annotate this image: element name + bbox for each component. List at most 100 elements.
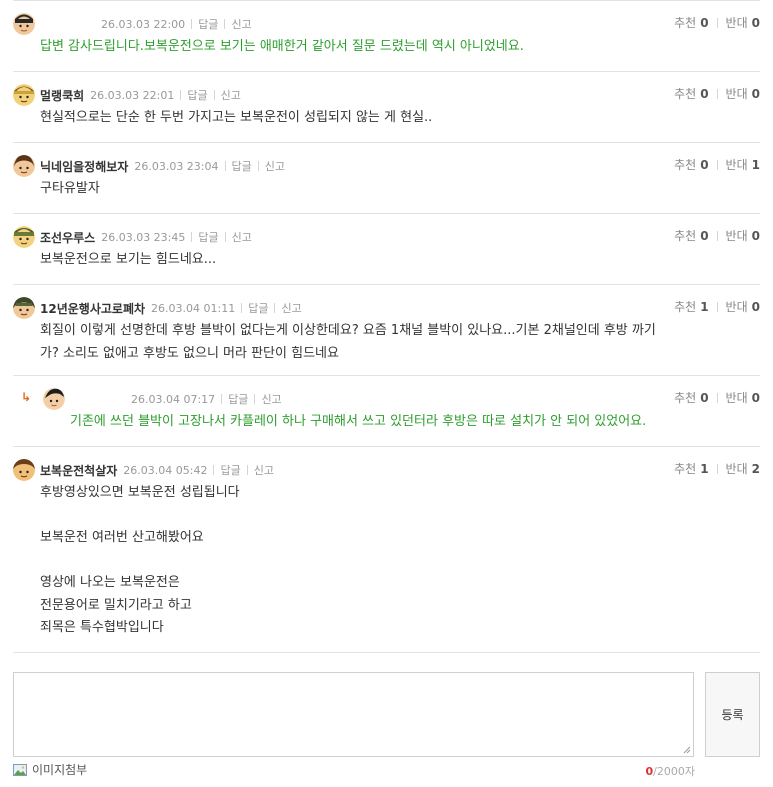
divider	[224, 19, 226, 29]
report-button[interactable]: 신고	[254, 462, 274, 478]
recommend-button[interactable]: 추천	[674, 85, 696, 102]
comment-body: 답변 감사드립니다.보복운전으로 보기는 애매한거 같아서 질문 드렸는데 역시…	[40, 36, 740, 59]
comment-textarea-box	[13, 672, 694, 757]
oppose-count: 1	[751, 157, 760, 172]
oppose-button[interactable]: 반대	[726, 460, 748, 477]
divider	[241, 303, 243, 313]
attach-image-button[interactable]: 이미지첨부	[13, 761, 87, 778]
divider	[274, 303, 276, 313]
comment-body: 기존에 쓰던 블박이 고장나서 카플레이 하나 구매해서 쓰고 있던터라 후방은…	[70, 411, 770, 434]
report-button[interactable]: 신고	[265, 158, 285, 174]
avatar[interactable]	[43, 388, 65, 410]
reply-button[interactable]: 답글	[232, 158, 252, 174]
resize-grip-icon[interactable]	[683, 746, 691, 754]
recommend-count: 0	[700, 228, 709, 243]
comment-body: 회질이 이렇게 선명한데 후방 블박이 없다는게 이상한데요? 요즘 1채널 블…	[40, 320, 740, 365]
comment-header: 닉네임을정해보자 26.03.03 23:04 답글 신고	[13, 155, 285, 177]
reply-button[interactable]: 답글	[220, 462, 240, 478]
oppose-button[interactable]: 반대	[726, 14, 748, 31]
comment-line: 답변 감사드립니다.보복운전으로 보기는 애매한거 같아서 질문 드렸는데 역시…	[40, 39, 524, 54]
nickname[interactable]: 닉네임을정해보자	[40, 158, 128, 175]
comment-line: 현실적으로는 단순 한 두번 가지고는 보복운전이 성립되지 않는 게 현실..	[40, 110, 433, 125]
char-count-max: /2000자	[653, 765, 695, 778]
divider	[224, 232, 226, 242]
comment-header: 12년운행사고로폐차 26.03.04 01:11 답글 신고	[13, 297, 302, 319]
avatar[interactable]	[13, 226, 35, 248]
nickname[interactable]: 보복운전척살자	[40, 462, 117, 479]
recommend-button[interactable]: 추천	[674, 389, 696, 406]
char-counter: 0/2000자	[646, 763, 695, 779]
report-button[interactable]: 신고	[261, 391, 281, 407]
divider	[716, 230, 718, 241]
comment-date: 26.03.04 01:11	[151, 301, 236, 315]
avatar[interactable]	[13, 13, 35, 35]
avatar[interactable]	[13, 459, 35, 481]
oppose-button[interactable]: 반대	[726, 227, 748, 244]
recommend-count: 1	[700, 461, 709, 476]
recommend-button[interactable]: 추천	[674, 460, 696, 477]
report-button[interactable]: 신고	[231, 16, 251, 32]
oppose-button[interactable]: 반대	[726, 298, 748, 315]
image-icon	[13, 763, 27, 776]
report-button[interactable]: 신고	[232, 229, 252, 245]
oppose-button[interactable]: 반대	[726, 389, 748, 406]
oppose-count: 0	[751, 15, 760, 30]
reply-arrow-icon: ↳	[21, 390, 32, 404]
comment-date: 26.03.03 22:00	[101, 17, 186, 31]
recommend-button[interactable]: 추천	[674, 156, 696, 173]
divider	[221, 394, 223, 404]
recommend-count: 0	[700, 157, 709, 172]
comment-date: 26.03.04 07:17	[131, 392, 216, 406]
oppose-count: 2	[751, 461, 760, 476]
report-button[interactable]: 신고	[221, 87, 241, 103]
report-button[interactable]: 신고	[281, 300, 301, 316]
avatar[interactable]	[13, 84, 35, 106]
nickname[interactable]: 멀랭쿡희	[40, 87, 84, 104]
avatar[interactable]	[13, 297, 35, 319]
reply-button[interactable]: 답글	[228, 391, 248, 407]
oppose-button[interactable]: 반대	[726, 85, 748, 102]
comment-item: 12년운행사고로폐차 26.03.04 01:11 답글 신고 추천 1 반대 0 …	[13, 285, 760, 376]
recommend-button[interactable]: 추천	[674, 298, 696, 315]
vote-box: 추천 1 반대 2	[674, 460, 760, 477]
nickname[interactable]: 조선우루스	[40, 229, 95, 246]
divider	[716, 17, 718, 28]
comment-line	[40, 505, 740, 528]
divider	[716, 159, 718, 170]
recommend-button[interactable]: 추천	[674, 14, 696, 31]
divider	[180, 90, 182, 100]
comment-body: 후방영상있으면 보복운전 성립됩니다 보복운전 여러번 산고해봤어요 영상에 나…	[40, 482, 740, 640]
comment-textarea[interactable]	[14, 673, 693, 756]
comment-line: 보복운전으로 보기는 힘드네요...	[40, 252, 217, 267]
reply-button[interactable]: 답글	[248, 300, 268, 316]
reply-button[interactable]: 답글	[198, 229, 218, 245]
recommend-button[interactable]: 추천	[674, 227, 696, 244]
comment-line: 전문용어로 밀치기라고 하고	[40, 597, 192, 613]
comment-header: 조선우루스 26.03.03 23:45 답글 신고	[13, 226, 252, 248]
comment-line: 죄목은 특수협박입니다	[40, 620, 164, 635]
comment-line: 기존에 쓰던 블박이 고장나서 카플레이 하나 구매해서 쓰고 있던터라 후방은…	[70, 414, 647, 429]
nickname[interactable]: 12년운행사고로폐차	[40, 300, 145, 317]
recommend-count: 0	[700, 86, 709, 101]
comment-body: 보복운전으로 보기는 힘드네요...	[40, 249, 740, 272]
oppose-button[interactable]: 반대	[726, 156, 748, 173]
reply-button[interactable]: 답글	[198, 16, 218, 32]
reply-button[interactable]: 답글	[187, 87, 207, 103]
comment-header: 26.03.04 07:17 답글 신고	[43, 388, 282, 410]
divider	[716, 392, 718, 403]
avatar[interactable]	[13, 155, 35, 177]
submit-button[interactable]: 등록	[705, 672, 760, 757]
recommend-count: 0	[700, 15, 709, 30]
comment-item: 26.03.03 22:00 답글 신고 추천 0 반대 0 답변 감사드립니다.보…	[13, 0, 760, 72]
comment-header: 멀랭쿡희 26.03.03 22:01 답글 신고	[13, 84, 241, 106]
comment-header: 26.03.03 22:00 답글 신고	[13, 13, 252, 35]
divider	[191, 232, 193, 242]
comment-list: 26.03.03 22:00 답글 신고 추천 0 반대 0 답변 감사드립니다.보…	[13, 0, 760, 653]
divider	[716, 463, 718, 474]
comment-date: 26.03.03 22:01	[90, 88, 175, 102]
recommend-count: 0	[700, 390, 709, 405]
comment-date: 26.03.03 23:04	[134, 159, 219, 173]
vote-box: 추천 0 반대 0	[674, 14, 760, 31]
divider	[716, 88, 718, 99]
comment-date: 26.03.03 23:45	[101, 230, 186, 244]
